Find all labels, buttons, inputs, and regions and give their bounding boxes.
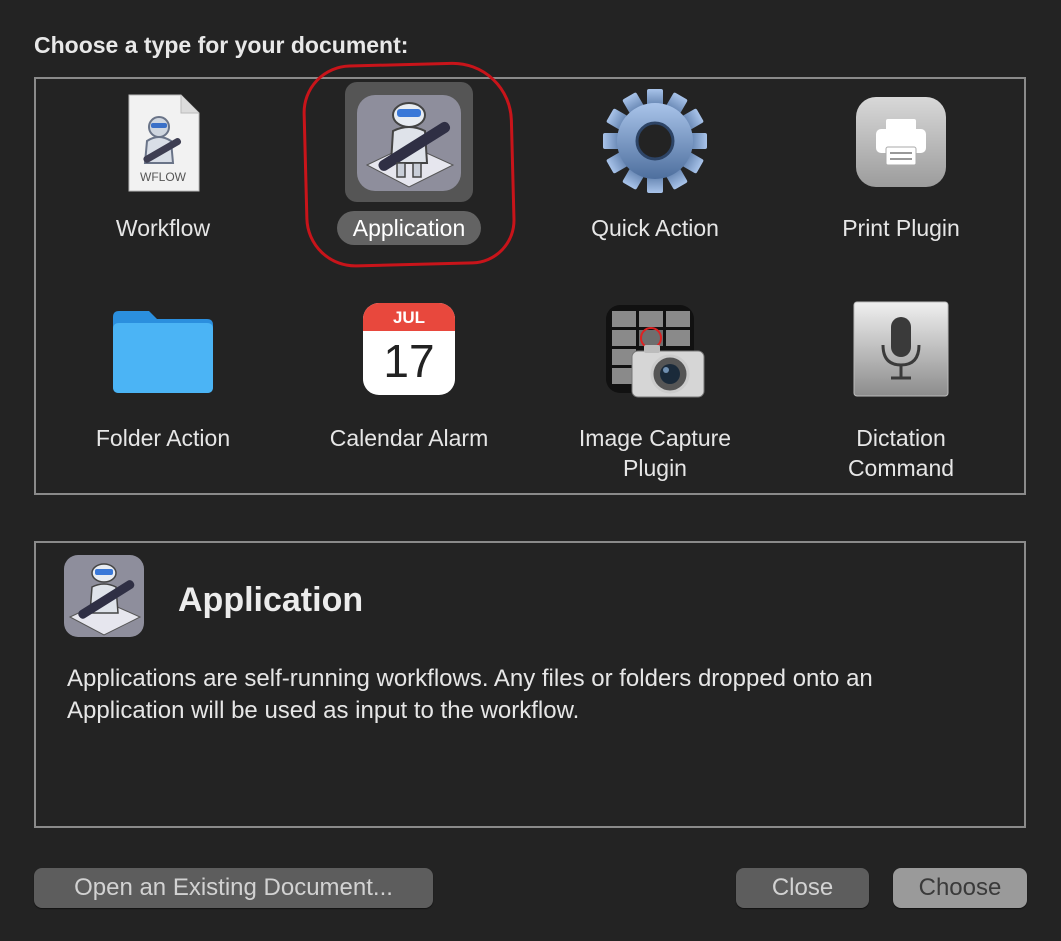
close-button[interactable]: Close	[736, 868, 869, 908]
type-label: Quick Action	[591, 215, 719, 241]
description-panel: Application Applications are self-runnin…	[34, 541, 1026, 828]
type-label-line1: Dictation	[856, 425, 946, 451]
type-label: Folder Action	[95, 425, 231, 451]
type-workflow[interactable]: WFLOW Workflow	[40, 79, 286, 279]
folder-icon	[111, 307, 215, 400]
description-title: Application	[178, 581, 364, 619]
calendar-icon: JUL 17	[363, 303, 455, 395]
annotation-circle	[301, 60, 517, 269]
type-folder-action[interactable]: Folder Action	[40, 287, 286, 495]
document-type-grid: WFLOW Workflow Application Quick Action …	[34, 77, 1026, 495]
type-label: Calendar Alarm	[329, 425, 489, 451]
open-existing-document-button[interactable]: Open an Existing Document...	[34, 868, 433, 908]
choose-button[interactable]: Choose	[893, 868, 1027, 908]
type-image-capture-plugin[interactable]: Image Capture Plugin	[532, 287, 778, 495]
dialog-heading: Choose a type for your document:	[34, 32, 409, 58]
type-dictation-command[interactable]: Dictation Command	[778, 287, 1024, 495]
type-label-line2: Plugin	[623, 455, 687, 481]
type-label: Print Plugin	[842, 215, 960, 241]
workflow-badge: WFLOW	[140, 170, 186, 184]
gear-icon	[601, 87, 709, 200]
microphone-icon	[853, 301, 949, 402]
type-calendar-alarm[interactable]: JUL 17 Calendar Alarm	[286, 287, 532, 495]
type-print-plugin[interactable]: Print Plugin	[778, 79, 1024, 279]
description-text: Applications are self-running workflows.…	[67, 665, 873, 724]
calendar-day: 17	[383, 335, 435, 387]
type-label: Workflow	[115, 215, 211, 241]
type-label-line2: Command	[847, 455, 955, 481]
type-label-line1: Image Capture	[578, 425, 732, 451]
calendar-month: JUL	[363, 303, 455, 331]
image-capture-icon	[604, 303, 706, 404]
automator-robot-icon	[62, 551, 148, 648]
type-quick-action[interactable]: Quick Action	[532, 79, 778, 279]
printer-icon	[856, 97, 946, 192]
